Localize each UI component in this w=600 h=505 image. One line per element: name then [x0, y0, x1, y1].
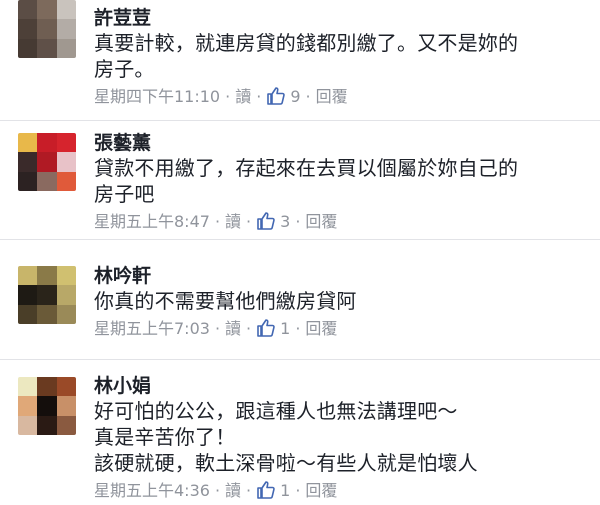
meta-separator: ·	[246, 481, 252, 500]
avatar-pixel	[37, 285, 57, 305]
avatar-pixel	[37, 396, 57, 416]
avatar-pixel	[56, 285, 76, 305]
avatar-pixel	[37, 133, 57, 153]
read-link[interactable]: 讀	[225, 211, 241, 233]
avatar-pixel	[18, 152, 38, 172]
avatar-pixel	[37, 377, 57, 397]
comment-meta: 星期四下午11:10 · 讀 · 9 · 回覆	[94, 86, 590, 108]
comment-timestamp[interactable]: 星期五上午7:03	[94, 318, 210, 340]
avatar-pixel	[37, 0, 57, 20]
comment-author[interactable]: 林小娟	[94, 374, 590, 398]
meta-separator: ·	[246, 319, 252, 338]
comment-meta: 星期五上午8:47 · 讀 · 3 · 回覆	[94, 211, 590, 233]
meta-separator: ·	[225, 87, 231, 106]
avatar-pixel	[56, 152, 76, 172]
comment-feed: 許荳荳 真要計較，就連房貸的錢都別繳了。又不是妳的 房子。 星期四下午11:10…	[0, 0, 600, 505]
meta-separator: ·	[295, 481, 301, 500]
like-count: 1	[280, 319, 291, 338]
comment-text-line: 貸款不用繳了，存起來在去買以個屬於妳自己的	[94, 156, 519, 180]
avatar-pixel	[37, 266, 57, 286]
comment-item: 許荳荳 真要計較，就連房貸的錢都別繳了。又不是妳的 房子。 星期四下午11:10…	[0, 0, 600, 121]
meta-separator: ·	[214, 212, 221, 231]
comment-meta: 星期五上午4:36 · 讀 · 1 · 回覆	[94, 480, 590, 502]
comment-timestamp[interactable]: 星期五上午8:47	[94, 211, 210, 233]
avatar-pixel	[18, 266, 38, 286]
comment-timestamp[interactable]: 星期四下午11:10	[94, 86, 220, 108]
avatar-pixel	[56, 171, 76, 191]
avatar-pixel	[56, 266, 76, 286]
comment-timestamp[interactable]: 星期五上午4:36	[94, 480, 210, 502]
read-link[interactable]: 讀	[225, 480, 241, 502]
comment-text-line: 你真的不需要幫他們繳房貸阿	[94, 289, 357, 313]
comment-text-line: 房子。	[94, 57, 155, 81]
avatar-pixel	[18, 19, 38, 39]
avatar-pixel	[56, 396, 76, 416]
comment-author[interactable]: 張藝薰	[94, 131, 590, 155]
thumbs-up-icon[interactable]	[256, 318, 276, 338]
meta-separator: ·	[305, 87, 311, 106]
avatar[interactable]	[18, 0, 76, 58]
avatar-pixel	[18, 285, 38, 305]
avatar[interactable]	[18, 377, 76, 435]
avatar-pixel	[56, 0, 76, 20]
avatar-pixel	[56, 133, 76, 153]
comment-text-line: 該硬就硬，軟土深骨啦～有些人就是怕壞人	[94, 451, 478, 475]
avatar-pixel	[37, 171, 57, 191]
avatar-pixel	[18, 0, 38, 20]
avatar-pixel	[56, 38, 76, 58]
meta-separator: ·	[214, 319, 221, 338]
thumbs-up-icon[interactable]	[256, 211, 276, 231]
avatar-pixel	[37, 38, 57, 58]
avatar-pixel	[56, 19, 76, 39]
avatar-pixel	[56, 377, 76, 397]
reply-button[interactable]: 回覆	[305, 480, 337, 502]
comment-text-line: 真要計較，就連房貸的錢都別繳了。又不是妳的	[94, 31, 519, 55]
avatar-pixel	[37, 415, 57, 435]
avatar-pixel	[18, 171, 38, 191]
comment-text-line: 房子吧	[94, 182, 155, 206]
comment-author[interactable]: 林吟軒	[94, 264, 590, 288]
like-count: 1	[280, 481, 291, 500]
meta-separator: ·	[246, 212, 252, 231]
comment-meta: 星期五上午7:03 · 讀 · 1 · 回覆	[94, 318, 590, 340]
thumbs-up-icon[interactable]	[266, 86, 286, 106]
read-link[interactable]: 讀	[225, 318, 241, 340]
comment-text-line: 好可怕的公公，跟這種人也無法講理吧～	[94, 399, 458, 423]
avatar-pixel	[37, 304, 57, 324]
avatar[interactable]	[18, 133, 76, 191]
avatar-pixel	[37, 152, 57, 172]
comment-item: 張藝薰 貸款不用繳了，存起來在去買以個屬於妳自己的 房子吧 星期五上午8:47 …	[0, 121, 600, 240]
comment-text-line: 真是辛苦你了！	[94, 425, 236, 449]
avatar-pixel	[56, 415, 76, 435]
avatar-pixel	[18, 396, 38, 416]
comment-item: 林吟軒 你真的不需要幫他們繳房貸阿 星期五上午7:03 · 讀 · 1 · 回覆	[0, 240, 600, 360]
comment-item: 林小娟 好可怕的公公，跟這種人也無法講理吧～ 真是辛苦你了！ 該硬就硬，軟土深骨…	[0, 360, 600, 505]
reply-button[interactable]: 回覆	[305, 318, 337, 340]
avatar-pixel	[18, 415, 38, 435]
reply-button[interactable]: 回覆	[316, 86, 348, 108]
reply-button[interactable]: 回覆	[305, 211, 337, 233]
avatar-pixel	[18, 133, 38, 153]
like-count: 9	[290, 87, 301, 106]
avatar-pixel	[18, 38, 38, 58]
thumbs-up-icon[interactable]	[256, 480, 276, 500]
read-link[interactable]: 讀	[235, 86, 251, 108]
avatar[interactable]	[18, 266, 76, 324]
meta-separator: ·	[295, 212, 301, 231]
avatar-pixel	[18, 304, 38, 324]
avatar-pixel	[18, 377, 38, 397]
avatar-pixel	[56, 304, 76, 324]
like-count: 3	[280, 212, 291, 231]
avatar-pixel	[37, 19, 57, 39]
meta-separator: ·	[295, 319, 301, 338]
comment-author[interactable]: 許荳荳	[94, 6, 590, 30]
meta-separator: ·	[256, 87, 262, 106]
meta-separator: ·	[214, 481, 221, 500]
